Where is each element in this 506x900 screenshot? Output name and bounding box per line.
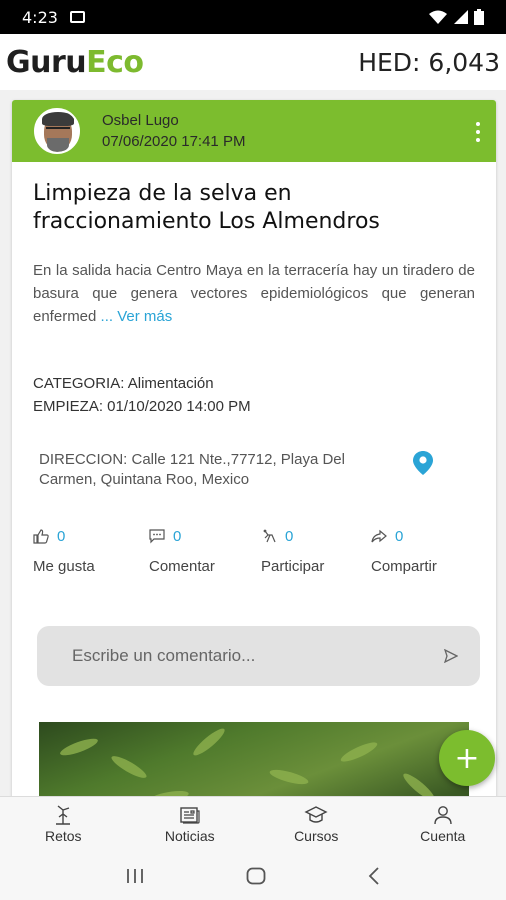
nav-item-cursos[interactable]: Cursos [253,797,380,852]
home-icon[interactable] [246,867,266,885]
post-category: CATEGORIA: Alimentación [33,375,214,392]
guru-eco-logo: Guru Eco [6,45,144,80]
thumbs-up-icon [33,528,49,544]
status-time: 4:23 [22,7,58,27]
post-image[interactable] [39,722,469,796]
hed-balance: HED: 6,043 [358,47,500,77]
nav-label-cuenta: Cuenta [420,828,466,844]
gallery-notification-icon [69,11,85,23]
logo-text-eco: Eco [86,44,144,80]
app-header: Guru Eco HED: 6,043 [0,34,506,90]
bottom-navigation: Retos Noticias Cursos Cuenta [0,796,506,852]
comment-label: Comentar [149,558,215,575]
post-description: En la salida hacia Centro Maya en la ter… [33,259,475,328]
send-icon[interactable] [444,649,458,663]
see-more-link[interactable]: ... Ver más [101,308,173,325]
nav-label-noticias: Noticias [164,828,215,844]
participate-icon [263,529,276,542]
nav-item-noticias[interactable]: Noticias [127,797,254,852]
courses-icon [304,806,328,823]
post-description-text: En la salida hacia Centro Maya en la ter… [33,262,475,325]
back-icon[interactable] [367,867,381,885]
comment-box [37,626,480,686]
feed[interactable]: Osbel Lugo 07/06/2020 17:41 PM Limpieza … [0,90,506,796]
post-datetime: 07/06/2020 17:41 PM [102,133,246,150]
nav-item-cuenta[interactable]: Cuenta [380,797,506,852]
comment-action[interactable]: 0 Comentar [149,524,215,576]
post-meta: CATEGORIA: Alimentación EMPIEZA: 01/10/2… [33,372,251,418]
more-options-icon[interactable] [476,122,480,142]
author-avatar[interactable] [34,108,80,154]
challenges-icon [56,805,71,825]
status-icons [428,9,484,25]
logo-text-guru: Guru [6,44,87,80]
signal-icon [454,10,468,24]
post-address: DIRECCION: Calle 121 Nte.,77712, Playa D… [39,451,345,488]
participate-label: Participar [261,558,325,575]
like-action[interactable]: 0 Me gusta [33,524,95,576]
participate-action[interactable]: 0 Participar [261,524,325,576]
comment-input[interactable] [72,646,444,666]
post-title: Limpieza de la selva en fraccionamiento … [33,181,380,234]
share-icon [371,529,387,542]
nav-label-cursos: Cursos [294,828,339,844]
news-icon [180,807,200,824]
add-fab-button[interactable]: + [439,730,495,786]
post-actions: 0 Me gusta 0 Comentar 0 Participar 0 Com… [33,524,473,584]
post-card: Osbel Lugo 07/06/2020 17:41 PM Limpieza … [12,100,496,796]
author-info: Osbel Lugo 07/06/2020 17:41 PM [102,110,245,152]
share-count: 0 [395,527,404,545]
battery-icon [474,9,484,25]
wifi-icon [429,10,447,24]
comment-count: 0 [173,527,182,545]
like-count: 0 [57,527,66,545]
post-header: Osbel Lugo 07/06/2020 17:41 PM [12,100,496,162]
like-label: Me gusta [33,558,95,575]
comment-icon [149,528,165,543]
account-icon [434,806,452,825]
nav-item-retos[interactable]: Retos [0,797,127,852]
system-navigation-bar [0,852,506,900]
participate-count: 0 [285,527,294,545]
status-bar: 4:23 [0,0,506,34]
nav-label-retos: Retos [44,828,82,844]
recent-apps-icon[interactable] [125,868,145,884]
share-label: Compartir [371,558,437,575]
post-start-date: EMPIEZA: 01/10/2020 14:00 PM [33,398,251,415]
location-pin-icon[interactable] [412,450,434,476]
share-action[interactable]: 0 Compartir [371,524,437,576]
author-name[interactable]: Osbel Lugo [102,110,245,131]
